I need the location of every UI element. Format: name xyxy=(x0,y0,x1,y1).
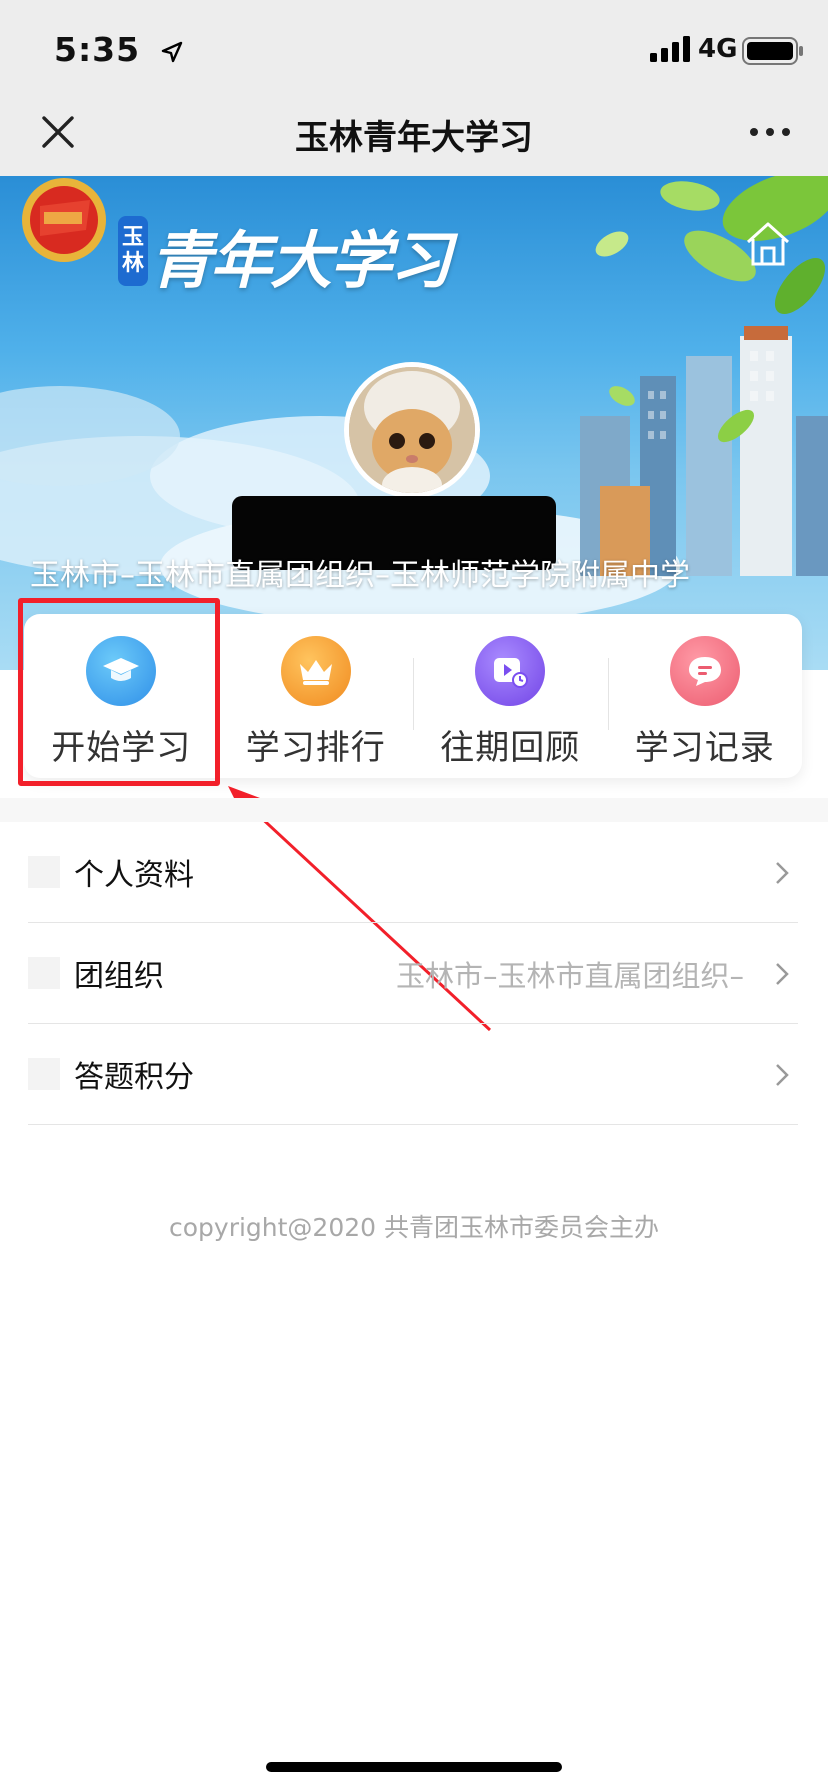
menu-value: 玉林市–玉林市直属团组织– xyxy=(395,959,744,993)
league-emblem xyxy=(22,178,106,262)
profile-icon xyxy=(28,856,60,888)
menu-label: 答题积分 xyxy=(74,1060,194,1095)
learning-record-button[interactable]: 学习记录 xyxy=(607,614,803,778)
avatar[interactable] xyxy=(344,362,480,498)
chevron-right-icon xyxy=(776,1064,789,1086)
quick-actions-card: 开始学习 学习排行 往期回顾 学习记录 xyxy=(24,614,802,778)
video-replay-icon xyxy=(475,636,546,706)
chevron-right-icon xyxy=(776,862,789,884)
network-label: 4G xyxy=(698,34,738,64)
org-path: 玉林市–玉林市直属团组织–玉林师范学院附属中学 xyxy=(30,558,690,593)
chat-record-icon xyxy=(669,636,740,706)
page-title: 玉林青年大学习 xyxy=(295,118,533,158)
battery-icon xyxy=(742,37,803,65)
start-learning-button[interactable]: 开始学习 xyxy=(24,614,219,778)
section-divider xyxy=(0,798,828,822)
graduation-cap-icon xyxy=(86,636,157,706)
cat-avatar-image xyxy=(349,367,475,493)
city-badge: 玉 林 xyxy=(118,216,148,286)
status-bar: 5:35 4G xyxy=(0,0,828,92)
menu-item-quiz-points[interactable]: 答题积分 xyxy=(28,1024,798,1125)
ranking-button[interactable]: 学习排行 xyxy=(218,614,414,778)
quiz-points-icon xyxy=(28,1058,60,1090)
more-icon[interactable] xyxy=(748,124,792,140)
past-review-button[interactable]: 往期回顾 xyxy=(413,614,608,778)
signal-icon xyxy=(650,36,690,62)
location-arrow-icon xyxy=(161,41,183,63)
footer-copyright: copyright@2020 共青团玉林市委员会主办 xyxy=(168,1213,660,1242)
action-label: 学习记录 xyxy=(634,728,775,768)
brand-logo: 青年大学习 xyxy=(150,224,452,297)
menu-item-organization[interactable]: 团组织 玉林市–玉林市直属团组织– xyxy=(28,923,798,1024)
menu-item-profile[interactable]: 个人资料 xyxy=(28,822,798,923)
action-label: 开始学习 xyxy=(51,728,192,768)
organization-icon xyxy=(28,957,60,989)
status-time: 5:35 xyxy=(54,30,141,69)
chevron-right-icon xyxy=(776,963,789,985)
profile-banner: 玉 林 青年大学习 玉林市–玉林市直属团组织–玉林师范学院附属中学 xyxy=(0,176,828,670)
nav-bar: 玉林青年大学习 xyxy=(0,92,828,176)
home-icon[interactable] xyxy=(742,218,794,270)
menu-label: 个人资料 xyxy=(74,858,194,893)
crown-icon xyxy=(280,636,351,706)
action-label: 往期回顾 xyxy=(440,728,581,768)
menu-label: 团组织 xyxy=(74,959,164,994)
menu-list: 个人资料 团组织 玉林市–玉林市直属团组织– 答题积分 xyxy=(28,822,798,1125)
home-indicator xyxy=(266,1762,562,1772)
action-label: 学习排行 xyxy=(245,728,386,768)
